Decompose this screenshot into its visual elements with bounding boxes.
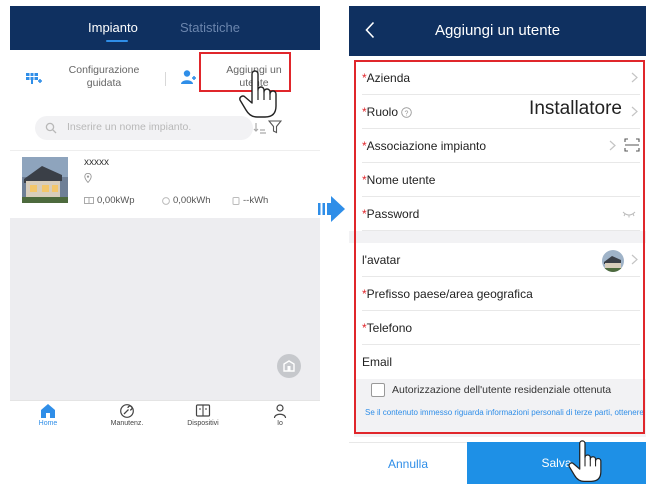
- stat-power: 0,00kWp: [84, 195, 135, 206]
- step-arrow-icon: [318, 196, 345, 222]
- screen-header: Aggiungi un utente: [349, 6, 646, 56]
- nav-home[interactable]: Home: [18, 403, 78, 427]
- nav-me[interactable]: Io: [250, 403, 310, 427]
- search-placeholder: Inserire un nome impianto.: [67, 121, 192, 133]
- page-title: Aggiungi un utente: [434, 22, 561, 39]
- filter-icon[interactable]: [268, 120, 282, 134]
- guided-config-icon[interactable]: [24, 72, 42, 86]
- plant-total: --kWh: [243, 195, 269, 206]
- device-icon: [195, 404, 211, 417]
- add-user-icon[interactable]: [180, 69, 196, 85]
- plant-power: 0,00kWp: [97, 195, 135, 206]
- person-icon: [273, 404, 287, 419]
- search-input[interactable]: Inserire un nome impianto.: [35, 116, 266, 140]
- wrench-icon: [120, 404, 134, 418]
- cancel-button[interactable]: Annulla: [349, 442, 467, 484]
- sort-icon[interactable]: [253, 122, 267, 134]
- active-tab-indicator: [106, 40, 128, 42]
- save-button[interactable]: Salva: [467, 442, 646, 484]
- nav-maintenance[interactable]: Manutenz.: [97, 403, 157, 427]
- pointing-hand-icon: [239, 70, 277, 118]
- bottom-navigation: Home Manutenz. Dispositivi Io: [10, 400, 320, 436]
- nav-maintenance-label: Manutenz.: [110, 420, 144, 427]
- nav-devices[interactable]: Dispositivi: [173, 403, 233, 427]
- house-photo: [22, 157, 68, 203]
- top-tab-bar: Impianto Statistiche: [10, 6, 320, 50]
- form-highlight-box: [354, 60, 645, 434]
- tab-impianto[interactable]: Impianto: [88, 20, 138, 35]
- pointing-hand-icon: [568, 440, 602, 482]
- plant-list-item[interactable]: xxxxx 0,00kWp 0,00kWh --kWh: [10, 150, 320, 218]
- nav-me-label: Io: [277, 420, 283, 427]
- energy-icon: [162, 196, 170, 205]
- stat-energy: 0,00kWh: [162, 195, 211, 206]
- nav-devices-label: Dispositivi: [187, 420, 219, 427]
- plant-energy: 0,00kWh: [173, 195, 211, 206]
- home-icon: [41, 404, 55, 418]
- location-icon: [84, 173, 92, 183]
- stat-total: --kWh: [232, 195, 268, 206]
- nav-home-label: Home: [38, 420, 58, 427]
- tab-statistiche[interactable]: Statistiche: [180, 20, 240, 35]
- plant-name: xxxxx: [84, 157, 109, 168]
- guided-config-button[interactable]: Configurazione guidata: [52, 64, 156, 90]
- meter-icon: [232, 196, 240, 205]
- search-icon: [45, 122, 57, 134]
- floating-action-button[interactable]: [277, 354, 301, 378]
- building-icon: [283, 360, 295, 372]
- divider: [165, 72, 166, 86]
- solar-panel-icon: [84, 196, 94, 204]
